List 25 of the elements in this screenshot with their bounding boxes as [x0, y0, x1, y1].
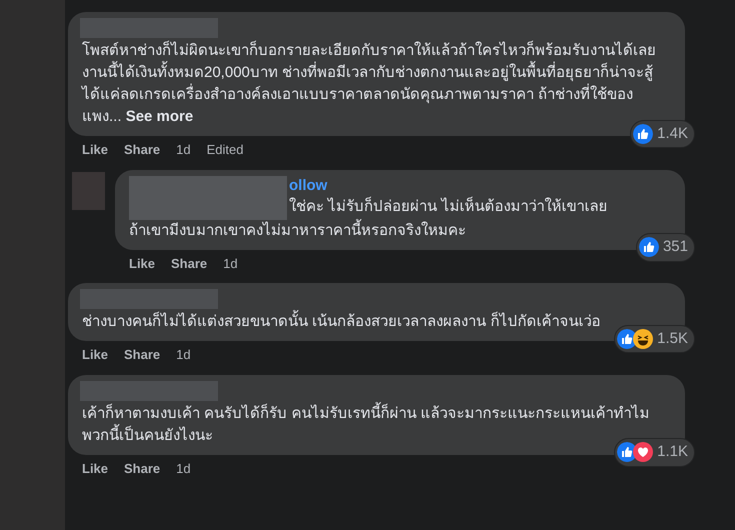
reaction-badge[interactable]: 351 — [636, 233, 695, 262]
edited-label: Edited — [206, 141, 244, 159]
comment-text: ใช่คะ ไม่รับก็ปล่อยผ่าน ไม่เห็นต้องมาว่าให้เขาเลย — [289, 196, 608, 216]
comment-time: 1d — [176, 460, 191, 478]
like-link[interactable]: Like — [82, 458, 108, 478]
reaction-badge[interactable]: 1.4K — [630, 120, 695, 148]
share-link[interactable]: Share — [124, 458, 160, 478]
follow-link[interactable]: ollow — [289, 176, 608, 196]
like-link[interactable]: Like — [82, 140, 108, 160]
like-link[interactable]: Like — [82, 345, 108, 364]
share-link[interactable]: Share — [124, 345, 160, 364]
like-link[interactable]: Like — [129, 254, 156, 273]
laughing-face-icon — [633, 328, 654, 349]
reaction-count: 1.4K — [657, 124, 688, 144]
share-link[interactable]: Share — [124, 140, 160, 160]
reaction-badge[interactable]: 1.5K — [614, 324, 695, 353]
blurred-avatar — [72, 172, 105, 210]
thumbs-up-icon — [638, 237, 659, 258]
thumbs-up-icon — [633, 124, 654, 144]
share-link[interactable]: Share — [171, 254, 208, 273]
comment-time: 1d — [176, 141, 191, 159]
comment-time: 1d — [176, 346, 191, 364]
reaction-badge[interactable]: 1.1K — [614, 438, 695, 466]
see-more-link[interactable]: See more — [126, 108, 194, 125]
comment-time: 1d — [223, 254, 238, 272]
